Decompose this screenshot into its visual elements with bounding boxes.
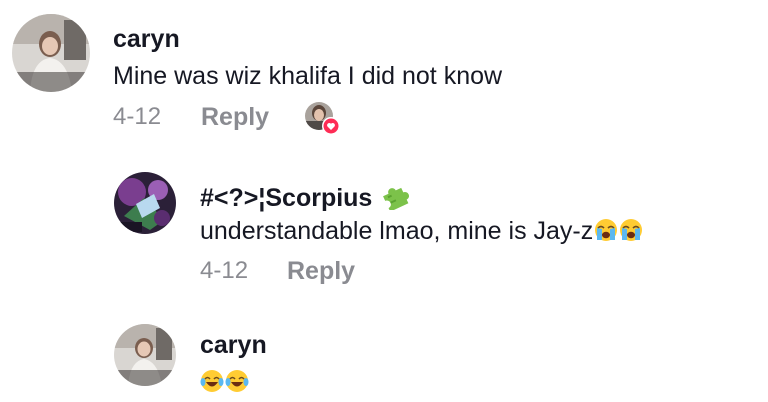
creator-liked-icon — [304, 101, 340, 135]
tears-of-joy-face-icon — [225, 369, 249, 393]
reply-text — [200, 369, 249, 395]
comment-1: caryn Mine was wiz khalifa I did not kno… — [0, 0, 768, 150]
avatar[interactable] — [114, 324, 176, 386]
reply-username-text: #<?>¦Scorpius — [200, 184, 373, 212]
loudly-crying-face-icon — [619, 218, 643, 242]
comment-3: caryn — [0, 300, 768, 402]
reply-date: 4-12 — [200, 257, 249, 284]
tears-of-joy-face-icon — [200, 369, 224, 393]
puzzle-piece-icon — [381, 182, 411, 212]
reply-text: understandable lmao, mine is Jay-z — [200, 218, 643, 244]
reply-username[interactable]: #<?>¦Scorpius — [200, 182, 411, 212]
reply-text-content: understandable lmao, mine is Jay-z — [200, 217, 594, 245]
comment-date: 4-12 — [113, 103, 162, 130]
loudly-crying-face-icon — [594, 218, 618, 242]
comment-2: #<?>¦Scorpius understandable lmao, mine … — [0, 150, 768, 300]
avatar[interactable] — [114, 172, 176, 234]
reply-button[interactable]: Reply — [201, 105, 269, 130]
comment-text: Mine was wiz khalifa I did not know — [113, 62, 503, 90]
avatar[interactable] — [12, 14, 90, 92]
reply-username[interactable]: caryn — [200, 333, 267, 358]
reply-button[interactable]: Reply — [287, 259, 355, 284]
comment-username[interactable]: caryn — [113, 27, 180, 52]
